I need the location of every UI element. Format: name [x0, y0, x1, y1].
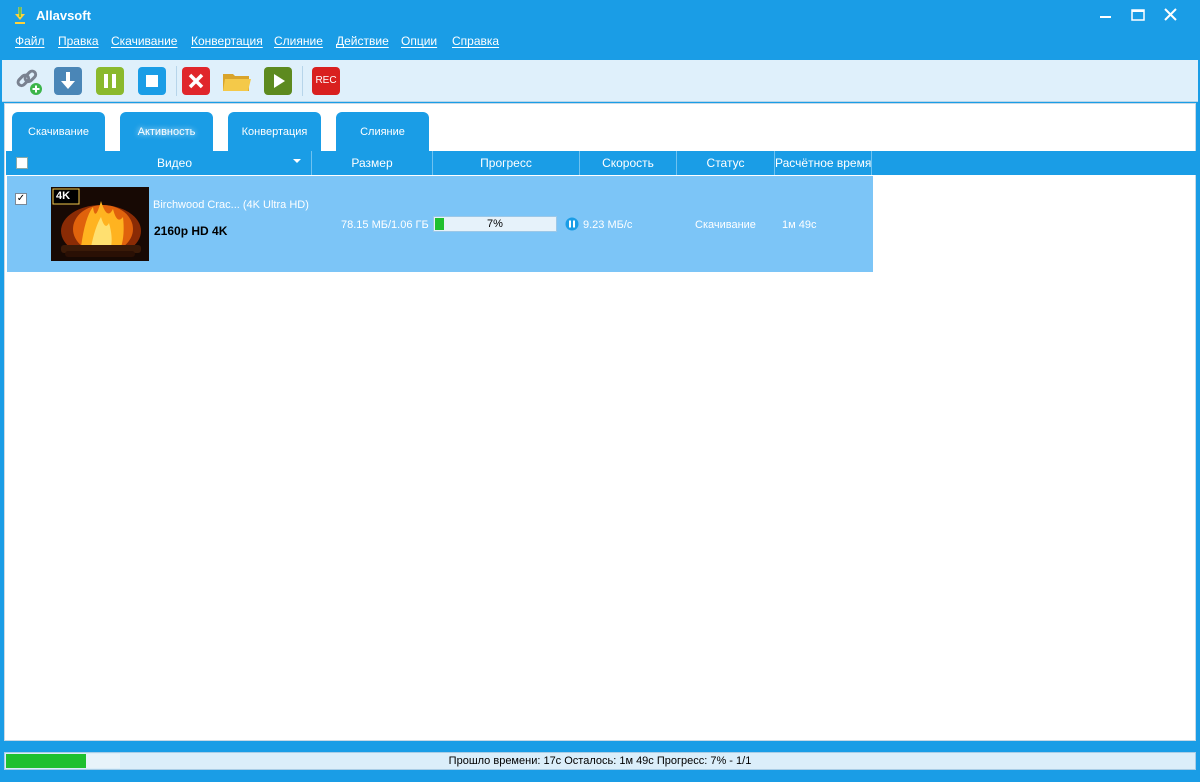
stop-button[interactable]: [138, 67, 166, 95]
table-row[interactable]: ✓ 4K Birchwood Crac... (4K Ultra HD) 216…: [7, 176, 873, 272]
pause-icon: [96, 67, 124, 95]
progress-bar: 7%: [433, 216, 557, 232]
download-icon: [54, 67, 82, 95]
toolbar-separator: [176, 66, 177, 96]
rec-label: REC: [315, 75, 337, 86]
app-logo-icon: [15, 7, 25, 24]
tab-label: Слияние: [360, 126, 405, 138]
minimize-icon: [1100, 16, 1111, 18]
tab-label: Активность: [137, 126, 196, 138]
minimize-button[interactable]: [1090, 4, 1120, 26]
status-text: Скачивание: [695, 219, 756, 231]
menu-bar: Файл Правка Скачивание Конвертация Слиян…: [0, 32, 1200, 52]
menu-edit[interactable]: Правка: [58, 34, 99, 48]
folder-icon: [223, 74, 251, 91]
delete-icon: [182, 67, 210, 95]
eta-text: 1м 49с: [782, 219, 817, 231]
status-bar: Прошло времени: 17с Осталось: 1м 49с Про…: [4, 752, 1196, 770]
play-button[interactable]: [264, 67, 292, 95]
menu-action[interactable]: Действие: [336, 34, 389, 48]
open-folder-button[interactable]: [222, 67, 251, 95]
menu-convert[interactable]: Конвертация: [191, 34, 263, 48]
column-video-label: Видео: [156, 156, 193, 170]
column-size[interactable]: Размер: [312, 151, 433, 175]
sort-down-icon[interactable]: [293, 159, 301, 163]
maximize-button[interactable]: [1123, 4, 1153, 26]
row-checkbox[interactable]: ✓: [15, 193, 27, 205]
play-icon: [264, 67, 292, 95]
column-status[interactable]: Статус: [677, 151, 775, 175]
pause-button[interactable]: [96, 67, 124, 95]
tab-convert[interactable]: Конвертация: [228, 112, 321, 153]
download-size: 78.15 МБ/1.06 ГБ: [341, 219, 429, 231]
menu-options[interactable]: Опции: [401, 34, 437, 48]
menu-merge[interactable]: Слияние: [274, 34, 323, 48]
video-thumbnail: 4K: [51, 187, 149, 261]
maximize-icon: [1131, 9, 1145, 21]
column-speed[interactable]: Скорость: [580, 151, 677, 175]
title-bar[interactable]: Allavsoft: [0, 0, 1200, 32]
close-icon: [1164, 8, 1177, 21]
progress-label: 7%: [487, 218, 503, 230]
add-url-button[interactable]: [14, 67, 42, 95]
tab-download[interactable]: Скачивание: [12, 112, 105, 153]
column-progress[interactable]: Прогресс: [433, 151, 580, 175]
menu-file[interactable]: Файл: [15, 34, 45, 48]
main-panel: Скачивание Активность Конвертация Слияни…: [4, 103, 1196, 741]
status-summary: Прошло времени: 17с Осталось: 1м 49с Про…: [448, 755, 752, 767]
delete-button[interactable]: [182, 67, 210, 95]
column-eta[interactable]: Расчётное время: [775, 151, 872, 175]
window-title: Allavsoft: [36, 8, 91, 23]
column-header: Видео Размер Прогресс Скорость Статус Ра…: [6, 151, 1196, 175]
download-speed: 9.23 МБ/с: [583, 219, 633, 231]
column-video[interactable]: Видео: [38, 151, 312, 175]
link-add-icon: [16, 69, 42, 95]
tab-label: Конвертация: [241, 126, 308, 138]
toolbar-separator: [302, 66, 303, 96]
record-button[interactable]: REC: [312, 67, 340, 95]
download-button[interactable]: [54, 67, 82, 95]
menu-help[interactable]: Справка: [452, 34, 499, 48]
toolbar: REC: [2, 60, 1198, 102]
thumb-4k-badge: 4K: [56, 190, 71, 202]
select-all-checkbox[interactable]: [16, 157, 28, 169]
tab-label: Скачивание: [28, 126, 89, 138]
pause-download-icon[interactable]: [565, 217, 579, 231]
video-title: Birchwood Crac... (4K Ultra HD): [153, 199, 309, 211]
video-resolution: 2160p HD 4K: [154, 224, 228, 238]
menu-download[interactable]: Скачивание: [111, 34, 177, 48]
stop-icon: [138, 67, 166, 95]
tab-activity[interactable]: Активность: [120, 112, 213, 153]
tab-merge[interactable]: Слияние: [336, 112, 429, 153]
close-window-button[interactable]: [1156, 4, 1186, 26]
